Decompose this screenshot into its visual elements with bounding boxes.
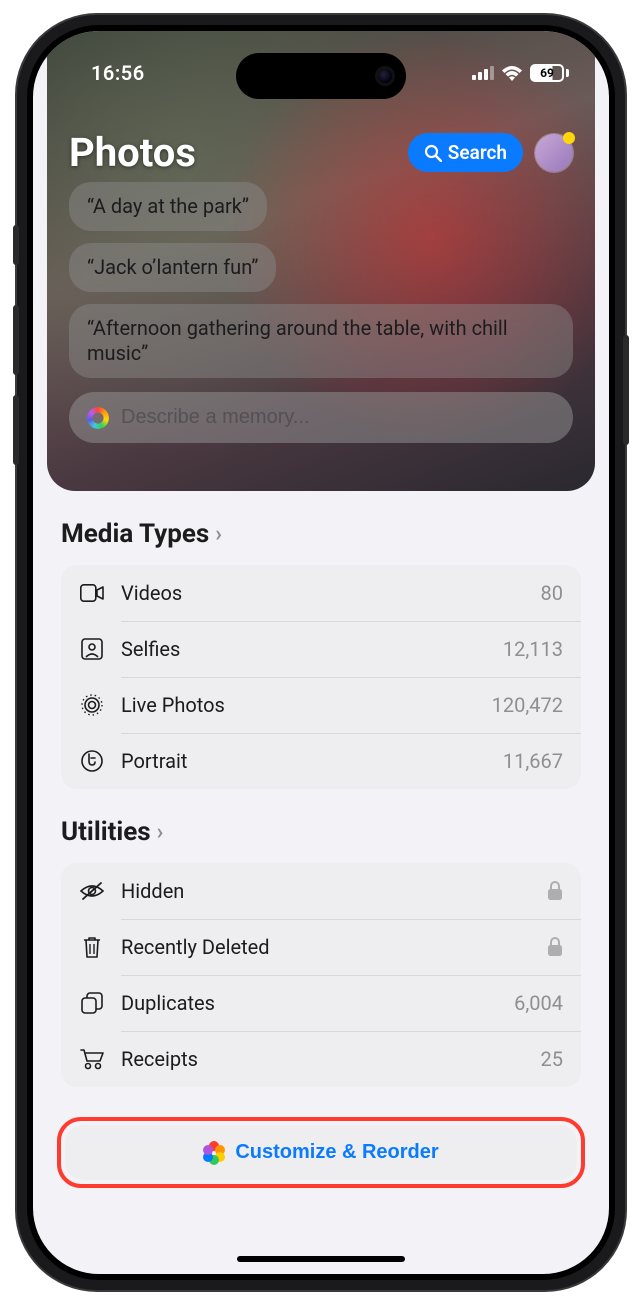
status-time: 16:56 — [91, 61, 145, 85]
memory-suggestion[interactable]: “A day at the park” — [69, 182, 267, 231]
chevron-right-icon: › — [157, 820, 164, 845]
hidden-icon — [79, 881, 105, 901]
wifi-icon — [501, 65, 523, 81]
home-indicator[interactable] — [237, 1256, 405, 1262]
page-title: Photos — [69, 129, 196, 176]
row-videos[interactable]: Videos 80 — [61, 565, 581, 621]
row-hidden[interactable]: Hidden — [61, 863, 581, 919]
memory-suggestion[interactable]: “Jack o’lantern fun” — [69, 243, 276, 292]
dynamic-island — [236, 53, 406, 99]
duplicates-icon — [79, 992, 105, 1014]
row-receipts[interactable]: Receipts 25 — [61, 1031, 581, 1087]
row-recently-deleted[interactable]: Recently Deleted — [61, 919, 581, 975]
section-header-media-types[interactable]: Media Types › — [61, 519, 581, 549]
live-photo-icon — [79, 694, 105, 716]
customize-highlight: Customize & Reorder — [57, 1117, 585, 1188]
media-types-card: Videos 80 Selfies 12,113 Live Photos 120… — [61, 565, 581, 789]
receipts-icon — [79, 1048, 105, 1070]
row-duplicates[interactable]: Duplicates 6,004 — [61, 975, 581, 1031]
search-icon — [424, 144, 442, 162]
video-icon — [79, 584, 105, 602]
battery-indicator: 69 — [530, 64, 569, 82]
row-selfies[interactable]: Selfies 12,113 — [61, 621, 581, 677]
chevron-right-icon: › — [215, 522, 222, 547]
row-live-photos[interactable]: Live Photos 120,472 — [61, 677, 581, 733]
selfie-icon — [79, 638, 105, 660]
utilities-card: Hidden Recently Deleted Duplicates 6,004 — [61, 863, 581, 1087]
lock-icon — [547, 937, 563, 957]
profile-avatar[interactable] — [535, 134, 573, 172]
row-portrait[interactable]: Portrait 11,667 — [61, 733, 581, 789]
lock-icon — [547, 881, 563, 901]
customize-reorder-button[interactable]: Customize & Reorder — [65, 1125, 577, 1180]
cellular-icon — [472, 66, 494, 80]
section-header-utilities[interactable]: Utilities › — [61, 817, 581, 847]
intelligence-icon — [87, 407, 109, 429]
photos-flower-icon — [203, 1142, 225, 1164]
search-button[interactable]: Search — [408, 133, 523, 172]
memory-suggestion[interactable]: “Afternoon gathering around the table, w… — [69, 304, 573, 378]
describe-input[interactable] — [121, 406, 555, 429]
portrait-icon — [79, 750, 105, 772]
trash-icon — [79, 935, 105, 959]
describe-memory-field[interactable] — [69, 392, 573, 443]
